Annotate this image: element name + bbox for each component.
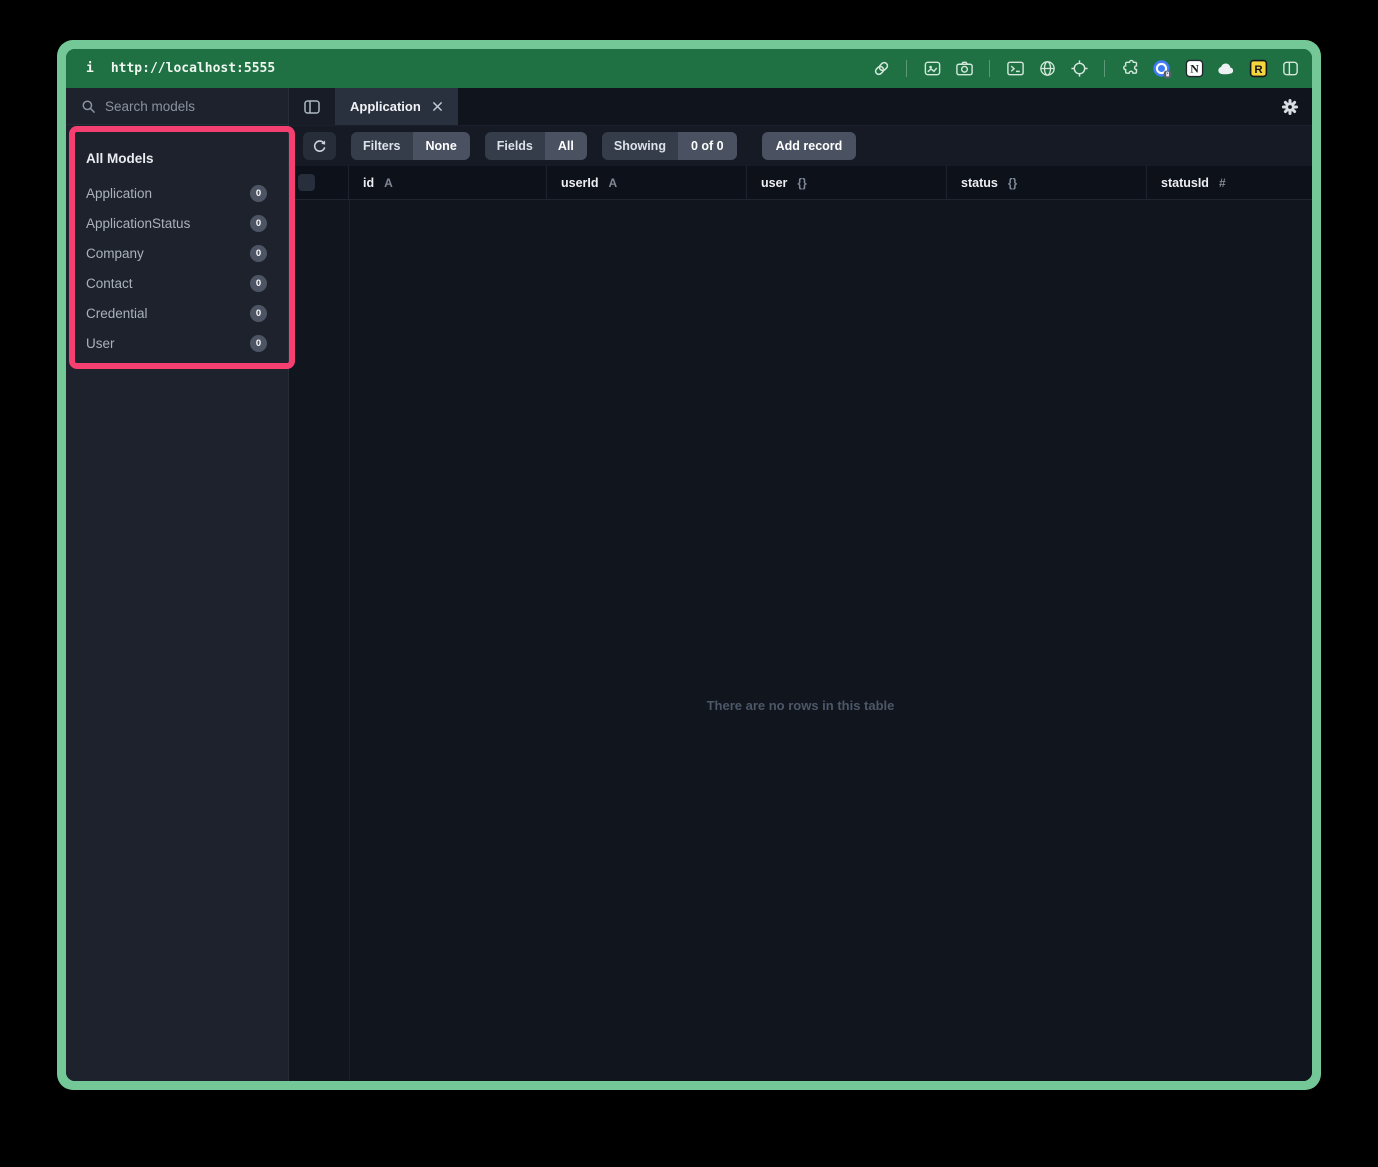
models-panel: All Models Application 0 ApplicationStat… <box>66 125 288 358</box>
column-name: statusId <box>1161 176 1209 190</box>
all-models-title: All Models <box>66 141 288 178</box>
browser-window: i http://localhost:5555 <box>57 40 1321 1090</box>
search-models-row <box>66 88 288 125</box>
select-all-cell <box>289 166 349 199</box>
fields-label: Fields <box>485 132 545 160</box>
refresh-button[interactable] <box>303 132 336 160</box>
model-name: Contact <box>86 276 133 291</box>
filters-control[interactable]: Filters None <box>351 132 470 160</box>
column-name: status <box>961 176 998 190</box>
settings-gear-icon[interactable] <box>1281 98 1299 116</box>
globe-icon[interactable] <box>1037 59 1057 79</box>
add-record-button[interactable]: Add record <box>762 132 857 160</box>
object-type-icon: {} <box>1008 176 1017 190</box>
sidebar-item-credential[interactable]: Credential 0 <box>66 298 288 328</box>
column-name: user <box>761 176 787 190</box>
titlebar-divider <box>989 60 990 77</box>
fields-value: All <box>545 132 587 160</box>
column-name: userId <box>561 176 599 190</box>
model-name: Application <box>86 186 152 201</box>
sidebar-item-application[interactable]: Application 0 <box>66 178 288 208</box>
camera-icon[interactable] <box>954 59 974 79</box>
info-icon[interactable]: i <box>86 61 94 76</box>
content: All Models Application 0 ApplicationStat… <box>66 88 1312 1081</box>
column-header-id[interactable]: id A <box>349 166 547 199</box>
split-view-icon[interactable] <box>1280 59 1300 79</box>
tab-application[interactable]: Application <box>335 88 458 125</box>
model-count-badge: 0 <box>250 305 267 322</box>
toolbar: Filters None Fields All Showing 0 of 0 A… <box>289 125 1312 166</box>
refined-github-extension-icon[interactable]: R <box>1248 59 1268 79</box>
browser-window-inner: i http://localhost:5555 <box>66 49 1312 1081</box>
fields-control[interactable]: Fields All <box>485 132 587 160</box>
column-header-status[interactable]: status {} <box>947 166 1147 199</box>
target-icon[interactable] <box>1069 59 1089 79</box>
refined-github-glyph: R <box>1254 64 1262 76</box>
object-type-icon: {} <box>797 176 806 190</box>
model-count-badge: 0 <box>250 275 267 292</box>
filters-value: None <box>413 132 470 160</box>
terminal-icon[interactable] <box>1005 59 1025 79</box>
showing-value: 0 of 0 <box>678 132 737 160</box>
extensions-puzzle-icon[interactable] <box>1120 59 1140 79</box>
select-all-checkbox[interactable] <box>298 174 315 191</box>
sidebar-item-applicationstatus[interactable]: ApplicationStatus 0 <box>66 208 288 238</box>
cloud-extension-icon[interactable] <box>1216 59 1236 79</box>
sidebar-item-user[interactable]: User 0 <box>66 328 288 358</box>
search-models-input[interactable] <box>105 99 282 114</box>
model-count-badge: 0 <box>250 335 267 352</box>
sidebar-toggle-button[interactable] <box>289 88 335 125</box>
number-type-icon: # <box>1219 176 1226 190</box>
column-header-userid[interactable]: userId A <box>547 166 747 199</box>
tab-close-icon[interactable] <box>432 101 443 112</box>
search-icon <box>81 99 96 114</box>
showing-control[interactable]: Showing 0 of 0 <box>602 132 737 160</box>
model-name: Company <box>86 246 144 261</box>
model-count-badge: 0 <box>250 185 267 202</box>
screenshot-icon[interactable] <box>922 59 942 79</box>
titlebar-actions: N R <box>871 59 1300 79</box>
column-header-user[interactable]: user {} <box>747 166 947 199</box>
table-body: There are no rows in this table <box>289 200 1312 1081</box>
link-icon[interactable] <box>871 59 891 79</box>
titlebar-divider <box>1104 60 1105 77</box>
showing-label: Showing <box>602 132 678 160</box>
notion-extension-icon[interactable]: N <box>1184 59 1204 79</box>
column-header-statusid[interactable]: statusId # <box>1147 166 1312 199</box>
string-type-icon: A <box>609 176 618 190</box>
string-type-icon: A <box>384 176 393 190</box>
notion-glyph: N <box>1190 62 1199 76</box>
url-text[interactable]: http://localhost:5555 <box>111 61 275 76</box>
main-panel: Application <box>289 88 1312 1081</box>
address-bar[interactable]: i http://localhost:5555 <box>86 61 275 76</box>
tab-label: Application <box>350 99 421 114</box>
empty-table-message: There are no rows in this table <box>289 698 1312 713</box>
model-name: User <box>86 336 115 351</box>
model-name: Credential <box>86 306 148 321</box>
model-count-badge: 0 <box>250 215 267 232</box>
column-name: id <box>363 176 374 190</box>
sidebar-item-company[interactable]: Company 0 <box>66 238 288 268</box>
model-name: ApplicationStatus <box>86 216 190 231</box>
onepassword-extension-icon[interactable] <box>1152 59 1172 79</box>
table-header-row: id A userId A user {} status {} <box>289 166 1312 200</box>
titlebar-divider <box>906 60 907 77</box>
tab-bar: Application <box>289 88 1312 125</box>
filters-label: Filters <box>351 132 413 160</box>
titlebar: i http://localhost:5555 <box>66 49 1312 88</box>
sidebar-item-contact[interactable]: Contact 0 <box>66 268 288 298</box>
sidebar: All Models Application 0 ApplicationStat… <box>66 88 289 1081</box>
model-count-badge: 0 <box>250 245 267 262</box>
